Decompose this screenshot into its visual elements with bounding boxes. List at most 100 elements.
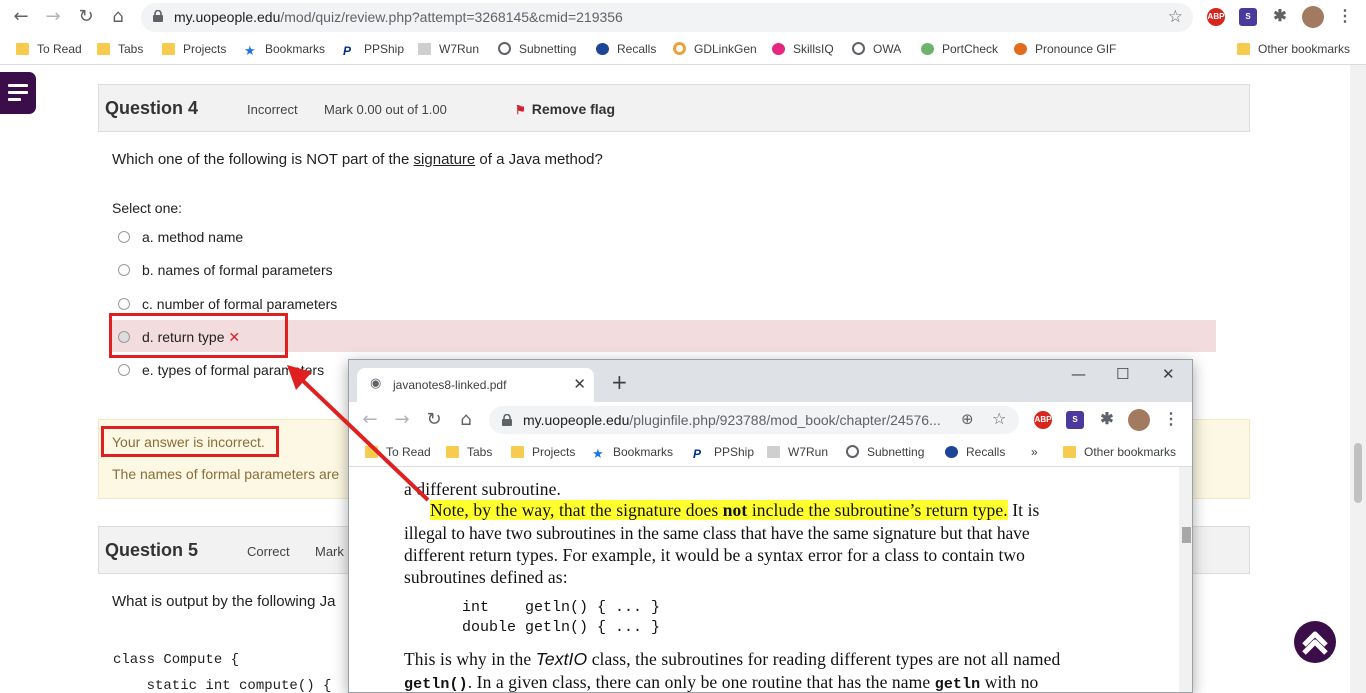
new-tab-icon[interactable]: + (611, 372, 628, 392)
bookmark-w7run[interactable]: W7Run (767, 444, 828, 462)
bookmark-tabs[interactable]: Tabs (446, 444, 492, 462)
folder-icon (1063, 446, 1076, 458)
address-bar[interactable]: my.uopeople.edu/mod/quiz/review.php?atte… (141, 3, 1193, 32)
question-mark: Mark (315, 544, 344, 559)
adblock-icon[interactable]: ABP (1207, 8, 1225, 26)
skillsiq-icon (772, 43, 785, 55)
bookmark-owa[interactable]: OWA (852, 41, 901, 59)
popup-toolbar: ← → ↻ ⌂ my.uopeople.edu/pluginfile.php/9… (349, 402, 1192, 438)
minimize-icon[interactable]: — (1071, 365, 1086, 383)
drawer-toggle[interactable] (0, 72, 36, 114)
bookmark-recalls[interactable]: Recalls (596, 41, 656, 59)
extension-s-icon[interactable]: S (1239, 8, 1257, 26)
bookmark-gdlinkgen[interactable]: GDLinkGen (673, 41, 757, 59)
globe-icon (498, 42, 511, 55)
bookmarks-bar: To Read Tabs Projects ★ Bookmarks P PPShip… (0, 35, 1366, 65)
pdf-code-line: int getln() { ... } (462, 599, 661, 616)
remove-flag-button[interactable]: ⚑ Remove flag (515, 101, 615, 117)
bookmarks-overflow[interactable]: » (1031, 444, 1038, 462)
back-to-top-button[interactable] (1294, 621, 1336, 663)
pdf-line: subroutines defined as: (404, 567, 568, 587)
scrollbar-thumb[interactable] (1354, 443, 1362, 503)
radio-button[interactable] (118, 364, 130, 376)
close-tab-icon[interactable]: ✕ (573, 375, 586, 393)
chevron-up-icon (1302, 631, 1328, 655)
bookmark-other[interactable]: Other bookmarks (1063, 444, 1176, 462)
popup-address-bar[interactable]: my.uopeople.edu/pluginfile.php/923788/mo… (489, 406, 1019, 434)
profile-avatar[interactable] (1302, 6, 1324, 28)
extension-s-icon[interactable]: S (1066, 411, 1084, 429)
extensions-puzzle-icon[interactable]: ✱ (1271, 8, 1289, 26)
question-4-header: Question 4 Incorrect Mark 0.00 out of 1.… (98, 84, 1250, 132)
forward-icon[interactable]: → (41, 5, 65, 29)
back-icon[interactable]: ← (358, 408, 382, 432)
globe-icon: ◉ (370, 376, 382, 391)
forward-icon[interactable]: → (390, 408, 414, 432)
bookmark-bookmarks[interactable]: ★ Bookmarks (244, 41, 325, 59)
bookmark-other[interactable]: Other bookmarks (1237, 41, 1350, 59)
recalls-icon (596, 43, 609, 55)
bookmark-ppship[interactable]: P PPShip (693, 444, 754, 462)
back-icon[interactable]: ← (9, 5, 33, 29)
bookmark-ppship[interactable]: P PPShip (343, 41, 404, 59)
option-e[interactable]: e. types of formal parameters (118, 360, 324, 380)
option-b[interactable]: b. names of formal parameters (118, 260, 333, 280)
bookmark-portcheck[interactable]: PortCheck (921, 41, 998, 59)
pronounce-gif-icon (1014, 43, 1027, 55)
bookmark-recalls[interactable]: Recalls (945, 444, 1005, 462)
bookmark-star-icon[interactable]: ☆ (992, 409, 1006, 428)
reload-icon[interactable]: ↻ (74, 5, 98, 29)
radio-button[interactable] (118, 264, 130, 276)
pdf-code-line: double getln() { ... } (462, 619, 661, 636)
zoom-icon[interactable]: ⊕ (961, 410, 974, 428)
page-scrollbar[interactable] (1350, 65, 1366, 693)
folder-icon (162, 43, 175, 55)
pdf-line: a different subroutine. (404, 479, 561, 499)
bookmark-to-read[interactable]: To Read (16, 41, 82, 59)
close-window-icon[interactable]: ✕ (1162, 365, 1175, 383)
question-title: Question 5 (105, 540, 199, 560)
bookmark-pronounce-gif[interactable]: Pronounce GIF (1014, 41, 1116, 59)
bookmark-bookmarks[interactable]: ★ Bookmarks (592, 444, 673, 462)
option-a[interactable]: a. method name (118, 227, 243, 247)
bookmark-star-icon[interactable]: ☆ (1168, 7, 1183, 27)
highlighted-text: Note, by the way, that the signature doe… (430, 500, 1008, 520)
bookmark-subnetting[interactable]: Subnetting (846, 444, 924, 462)
bookmark-skillsiq[interactable]: SkillsIQ (772, 41, 834, 59)
pdf-line: different return types. For example, it … (404, 545, 1025, 565)
profile-avatar[interactable] (1128, 409, 1150, 431)
home-icon[interactable]: ⌂ (454, 408, 478, 432)
lock-icon (153, 10, 163, 22)
reload-icon[interactable]: ↻ (422, 408, 446, 432)
pdf-line: This is why in the TextIO class, the sub… (404, 649, 1061, 669)
home-icon[interactable]: ⌂ (106, 5, 130, 29)
radio-button[interactable] (118, 298, 130, 310)
bookmark-w7run[interactable]: W7Run (418, 41, 479, 59)
flag-icon: ⚑ (515, 103, 526, 117)
bookmark-projects[interactable]: Projects (162, 41, 226, 59)
tab-pdf[interactable]: ◉ javanotes8-linked.pdf ✕ (357, 368, 594, 402)
pdf-scrollbar[interactable] (1179, 467, 1192, 692)
folder-icon (365, 446, 378, 458)
pdf-line: illegal to have two subroutines in the s… (404, 523, 1030, 543)
question-4-text: Which one of the following is NOT part o… (112, 151, 603, 168)
option-c[interactable]: c. number of formal parameters (118, 294, 337, 314)
bookmark-subnetting[interactable]: Subnetting (498, 41, 576, 59)
signature-link[interactable]: signature (414, 151, 476, 168)
bookmark-projects[interactable]: Projects (511, 444, 575, 462)
radio-button[interactable] (118, 231, 130, 243)
url-text: my.uopeople.edu/pluginfile.php/923788/mo… (523, 412, 941, 428)
pdf-line: getln(). In a given class, there can onl… (404, 672, 1039, 693)
adblock-icon[interactable]: ABP (1034, 411, 1052, 429)
scrollbar-thumb[interactable] (1182, 527, 1191, 543)
maximize-icon[interactable]: ☐ (1116, 365, 1129, 383)
folder-icon (446, 446, 459, 458)
menu-kebab-icon[interactable]: ⋮ (1162, 411, 1180, 429)
page-icon (418, 43, 431, 55)
folder-icon (511, 446, 524, 458)
globe-icon (852, 42, 865, 55)
bookmark-tabs[interactable]: Tabs (97, 41, 143, 59)
extensions-puzzle-icon[interactable]: ✱ (1098, 411, 1116, 429)
menu-kebab-icon[interactable]: ⋮ (1336, 8, 1354, 26)
bookmark-to-read[interactable]: To Read (365, 444, 431, 462)
